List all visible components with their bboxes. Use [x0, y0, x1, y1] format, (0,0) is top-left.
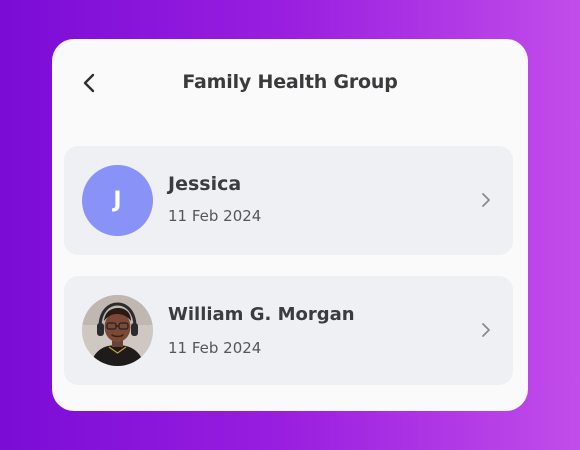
member-name: Jessica [168, 173, 242, 195]
member-row-jessica[interactable]: J Jessica 11 Feb 2024 [64, 146, 513, 255]
avatar-initial: J [113, 188, 122, 213]
header: Family Health Group [52, 63, 528, 105]
member-date: 11 Feb 2024 [168, 207, 262, 225]
member-row-william[interactable]: William G. Morgan 11 Feb 2024 [64, 276, 513, 385]
person-photo-icon [82, 295, 153, 366]
group-card: Family Health Group J Jessica 11 Feb 202… [52, 39, 528, 411]
avatar: J [82, 165, 153, 236]
chevron-right-icon [482, 193, 490, 207]
page-title: Family Health Group [182, 71, 398, 93]
member-name: William G. Morgan [168, 304, 355, 325]
avatar-photo [82, 295, 153, 366]
chevron-right-icon [482, 323, 490, 337]
member-date: 11 Feb 2024 [168, 339, 262, 357]
